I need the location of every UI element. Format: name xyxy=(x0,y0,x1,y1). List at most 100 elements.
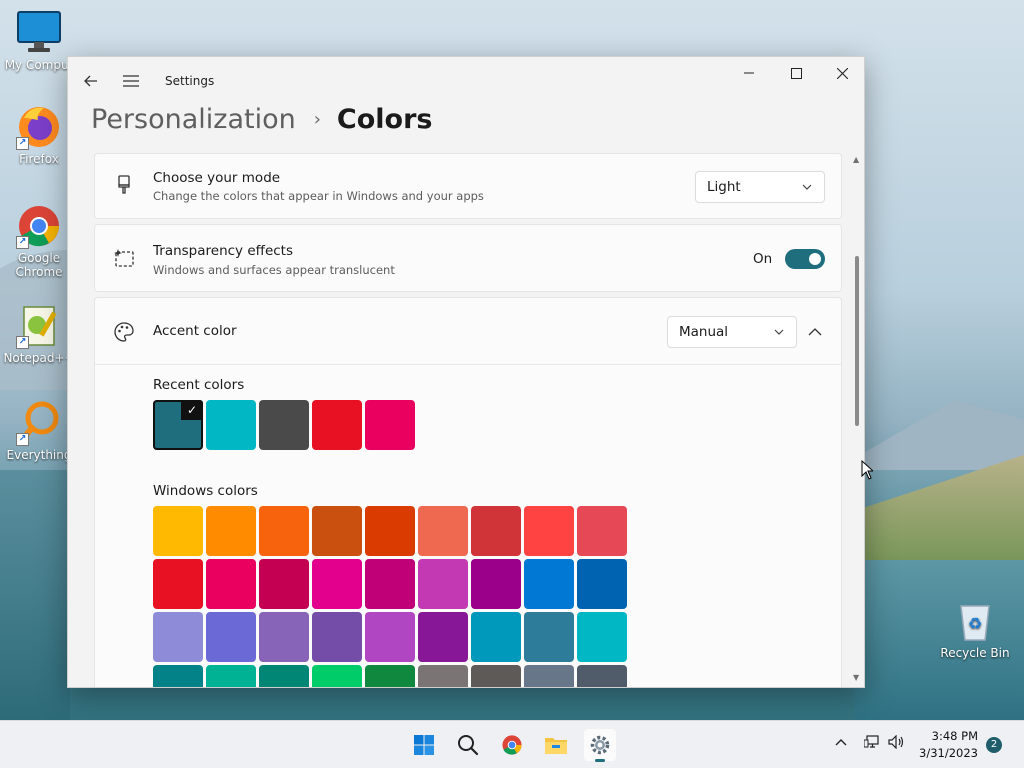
app-title: Settings xyxy=(165,74,215,88)
windows-color-swatch[interactable] xyxy=(312,559,362,609)
recent-color-swatch[interactable]: ✓ xyxy=(153,400,203,450)
collapse-button[interactable] xyxy=(807,324,823,340)
recent-color-swatch[interactable] xyxy=(365,400,415,450)
desktop-icon-recycle-bin[interactable]: ♻ Recycle Bin xyxy=(938,598,1012,660)
chrome-icon xyxy=(502,735,522,755)
windows-color-swatch[interactable] xyxy=(206,506,256,556)
windows-color-swatch[interactable] xyxy=(577,559,627,609)
clock-date: 3/31/2023 xyxy=(919,746,978,760)
windows-logo-icon xyxy=(414,735,434,755)
windows-color-swatch[interactable] xyxy=(471,559,521,609)
vertical-scrollbar[interactable]: ▲ ▼ xyxy=(850,153,864,685)
recent-color-swatch[interactable] xyxy=(206,400,256,450)
mode-dropdown[interactable]: Light xyxy=(695,171,825,203)
close-button[interactable] xyxy=(819,57,864,89)
gear-icon xyxy=(590,735,610,755)
transparency-card: Transparency effects Windows and surface… xyxy=(94,224,842,292)
shortcut-arrow-icon: ↗ xyxy=(16,236,29,249)
transparency-icon xyxy=(113,247,135,269)
windows-color-swatch[interactable] xyxy=(153,506,203,556)
windows-color-swatch[interactable] xyxy=(365,665,415,687)
windows-color-swatch[interactable] xyxy=(524,506,574,556)
network-icon[interactable] xyxy=(863,735,880,753)
settings-window: Settings Personalization › Colors Choose… xyxy=(67,56,865,688)
desktop-icon-firefox[interactable]: ↗ Firefox xyxy=(2,104,76,166)
minimize-icon xyxy=(744,72,754,74)
windows-color-swatch[interactable] xyxy=(206,559,256,609)
recent-color-swatch[interactable] xyxy=(312,400,362,450)
desktop-icon-notepadpp[interactable]: ↗ Notepad++ xyxy=(2,303,76,365)
arrow-left-icon xyxy=(84,75,97,87)
windows-color-swatch[interactable] xyxy=(153,612,203,662)
windows-color-swatch[interactable] xyxy=(577,506,627,556)
breadcrumb-parent[interactable]: Personalization xyxy=(91,104,296,135)
nav-menu-button[interactable] xyxy=(119,69,143,93)
windows-color-swatch[interactable] xyxy=(577,612,627,662)
desktop-icon-my-computer[interactable]: My Comput xyxy=(2,10,76,72)
shortcut-arrow-icon: ↗ xyxy=(16,137,29,150)
minimize-button[interactable] xyxy=(726,57,772,89)
windows-color-swatch[interactable] xyxy=(259,665,309,687)
windows-color-swatch[interactable] xyxy=(312,665,362,687)
windows-color-swatch[interactable] xyxy=(259,612,309,662)
windows-color-swatch[interactable] xyxy=(471,612,521,662)
windows-color-swatch[interactable] xyxy=(365,612,415,662)
accent-dropdown[interactable]: Manual xyxy=(667,316,797,348)
settings-content: Choose your mode Change the colors that … xyxy=(94,153,842,687)
taskbar-settings[interactable] xyxy=(584,729,616,762)
desktop-icon-chrome[interactable]: ↗ Google Chrome xyxy=(2,203,76,279)
chevron-down-icon xyxy=(802,172,812,215)
accent-header[interactable]: Accent color Manual xyxy=(95,298,841,365)
recent-color-swatch[interactable] xyxy=(259,400,309,450)
mode-card: Choose your mode Change the colors that … xyxy=(94,153,842,219)
taskbar-file-explorer[interactable] xyxy=(540,729,572,761)
notification-badge[interactable]: 2 xyxy=(986,737,1002,753)
mode-title: Choose your mode xyxy=(153,170,281,186)
desktop-icon-everything[interactable]: ↗ Everything xyxy=(2,400,76,462)
windows-color-swatch[interactable] xyxy=(418,506,468,556)
windows-color-swatch[interactable] xyxy=(418,559,468,609)
windows-color-swatch[interactable] xyxy=(524,559,574,609)
windows-color-swatch[interactable] xyxy=(418,612,468,662)
transparency-toggle[interactable] xyxy=(785,249,825,269)
search-icon xyxy=(458,735,479,756)
recent-colors-label: Recent colors xyxy=(153,377,245,393)
scroll-up-arrow-icon[interactable]: ▲ xyxy=(853,155,859,164)
taskbar-chrome[interactable] xyxy=(496,729,528,761)
windows-color-swatch[interactable] xyxy=(524,665,574,687)
search-button[interactable] xyxy=(452,729,484,761)
scroll-down-arrow-icon[interactable]: ▼ xyxy=(853,673,859,682)
windows-color-swatch[interactable] xyxy=(312,506,362,556)
windows-color-swatch[interactable] xyxy=(259,506,309,556)
volume-icon[interactable] xyxy=(888,734,906,753)
maximize-button[interactable] xyxy=(773,57,819,89)
show-hidden-icons-button[interactable] xyxy=(834,735,848,753)
palette-icon xyxy=(113,321,135,343)
windows-color-swatch[interactable] xyxy=(418,665,468,687)
transparency-subtitle: Windows and surfaces appear translucent xyxy=(153,263,395,277)
shortcut-arrow-icon: ↗ xyxy=(16,336,29,349)
scroll-thumb[interactable] xyxy=(855,256,859,426)
windows-color-swatch[interactable] xyxy=(153,665,203,687)
windows-color-swatch[interactable] xyxy=(365,506,415,556)
start-button[interactable] xyxy=(408,729,440,761)
windows-color-swatch[interactable] xyxy=(153,559,203,609)
magnifier-icon: ↗ xyxy=(16,400,62,446)
windows-color-swatch[interactable] xyxy=(206,612,256,662)
windows-color-swatch[interactable] xyxy=(471,665,521,687)
windows-color-swatch[interactable] xyxy=(312,612,362,662)
chrome-icon: ↗ xyxy=(16,203,62,249)
windows-color-swatch[interactable] xyxy=(206,665,256,687)
recycle-bin-icon: ♻ xyxy=(952,598,998,644)
notepadpp-icon: ↗ xyxy=(16,303,62,349)
system-clock[interactable]: 3:48 PM 3/31/2023 xyxy=(919,728,978,762)
windows-color-swatch[interactable] xyxy=(577,665,627,687)
windows-color-swatch[interactable] xyxy=(471,506,521,556)
windows-color-swatch[interactable] xyxy=(524,612,574,662)
windows-color-swatch[interactable] xyxy=(259,559,309,609)
back-button[interactable] xyxy=(79,69,103,93)
chevron-up-icon xyxy=(808,328,822,336)
mouse-cursor-icon xyxy=(861,459,875,484)
taskbar: 3:48 PM 3/31/2023 2 xyxy=(0,720,1024,768)
windows-color-swatch[interactable] xyxy=(365,559,415,609)
